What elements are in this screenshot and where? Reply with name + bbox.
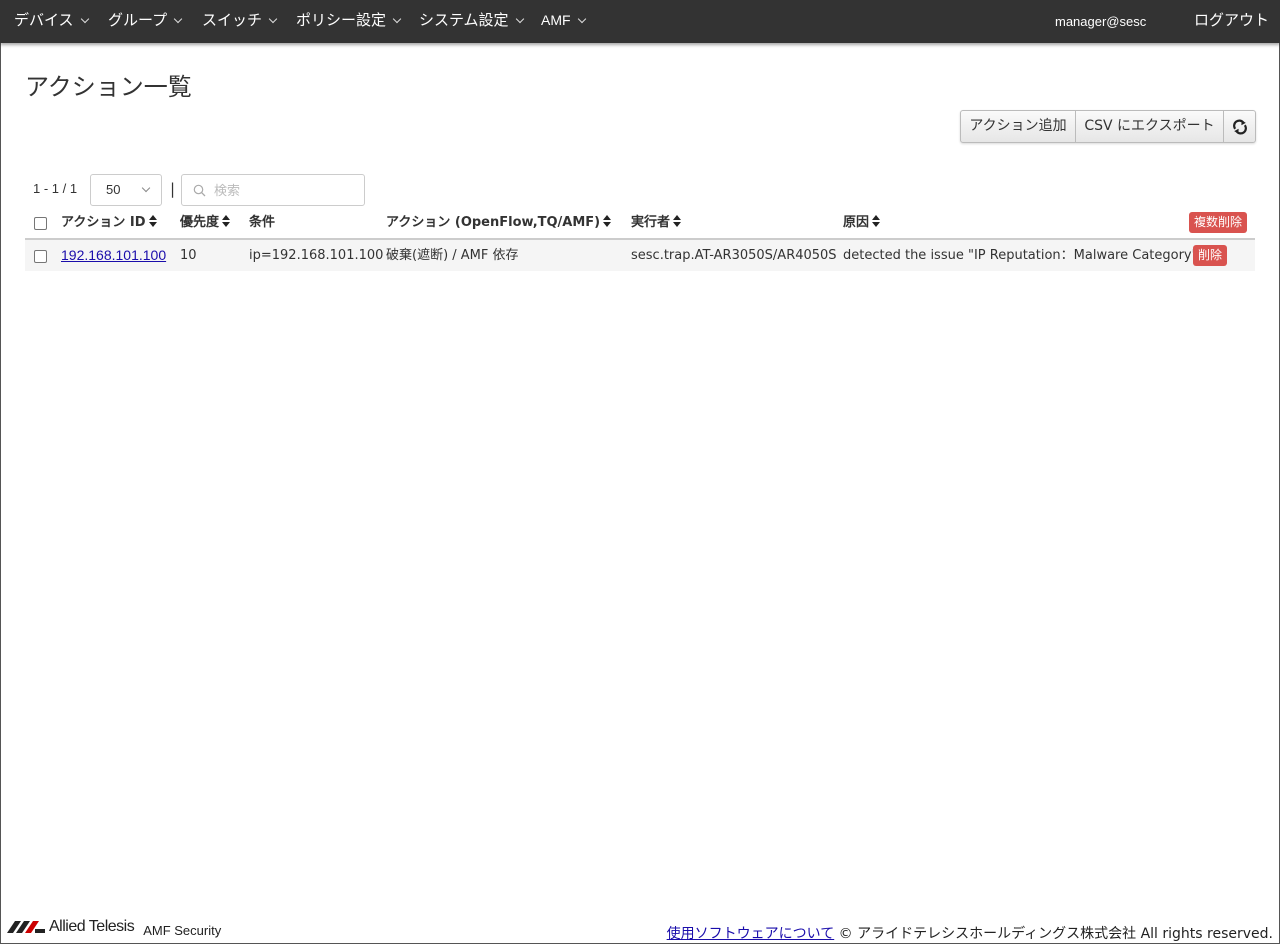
action-id-cell: 192.168.101.100 (61, 240, 166, 271)
top-navbar: デバイス グループ スイッチ ポリシー設定 システム設定 AMF manager… (0, 0, 1280, 43)
column-header-priority[interactable]: 優先度 (180, 208, 231, 238)
chevron-down-icon (173, 14, 183, 24)
copyright-text: © アライドテレシスホールディングス株式会社 All rights reserv… (838, 926, 1273, 942)
nav-menu-system-settings[interactable]: システム設定 (419, 0, 524, 43)
nav-menu-label: デバイス (14, 11, 74, 29)
reason-cell: detected the issue "IP Reputation：Malwar… (843, 248, 1198, 263)
logout-link[interactable]: ログアウト (1194, 0, 1269, 43)
column-label: 条件 (249, 215, 276, 230)
column-header-condition: 条件 (249, 208, 275, 238)
software-info-link[interactable]: 使用ソフトウェアについて (667, 926, 835, 942)
action-id-link[interactable]: 192.168.101.100 (61, 247, 166, 263)
column-label: 優先度 (180, 215, 220, 230)
row-checkbox[interactable] (34, 250, 47, 263)
nav-menu-label: グループ (108, 11, 168, 29)
page-size-value: 50 (106, 182, 121, 197)
sort-icon (148, 215, 157, 227)
nav-menu-switches[interactable]: スイッチ (202, 0, 278, 43)
column-label: アクション (OpenFlow,TQ/AMF) (386, 215, 601, 230)
column-label: 原因 (843, 215, 870, 230)
action-table: アクション ID 優先度 条件 アクション (OpenFlow,TQ/AMF) … (25, 208, 1255, 271)
chevron-down-icon (141, 183, 151, 193)
export-csv-button[interactable]: CSV にエクスポート (1076, 111, 1224, 142)
nav-menu-amf[interactable]: AMF (541, 0, 586, 43)
toolbar-separator: | (170, 180, 176, 198)
page-size-select[interactable]: 50 (90, 174, 162, 206)
nav-menu-label: ポリシー設定 (296, 11, 387, 29)
footer-logo: Allied Telesis AMF Security (7, 918, 222, 938)
sort-icon (603, 215, 612, 227)
search-icon (193, 184, 206, 197)
select-all-checkbox[interactable] (34, 217, 47, 230)
nav-menu-label: スイッチ (202, 11, 263, 29)
refresh-button[interactable] (1224, 111, 1255, 142)
nav-menu-devices[interactable]: デバイス (14, 0, 89, 43)
action-button-group: アクション追加 CSV にエクスポート (960, 110, 1256, 143)
action-cell: 破棄(遮断) / AMF 依存 (386, 248, 519, 263)
search-input[interactable] (212, 175, 366, 207)
nav-menu-policy-settings[interactable]: ポリシー設定 (296, 0, 402, 43)
nav-menu-label: AMF (541, 12, 571, 28)
pagination-info: 1 - 1 / 1 (33, 181, 78, 196)
priority-cell: 10 (180, 248, 197, 263)
sort-icon (222, 215, 231, 227)
column-label: 実行者 (631, 215, 671, 230)
product-name: AMF Security (143, 922, 222, 938)
add-action-button[interactable]: アクション追加 (961, 111, 1076, 142)
column-header-reason[interactable]: 原因 (843, 208, 881, 238)
chevron-down-icon (577, 14, 586, 24)
chevron-down-icon (80, 14, 89, 24)
bulk-delete-button[interactable]: 複数削除 (1189, 212, 1248, 233)
table-header: アクション ID 優先度 条件 アクション (OpenFlow,TQ/AMF) … (25, 208, 1255, 240)
refresh-icon (1232, 119, 1247, 134)
sort-icon (872, 215, 881, 227)
column-header-executor[interactable]: 実行者 (631, 208, 682, 238)
table-row: 192.168.101.100 10 ip=192.168.101.100 破棄… (25, 240, 1255, 271)
page-title: アクション一覧 (25, 73, 192, 101)
column-header-action-id[interactable]: アクション ID (61, 208, 157, 238)
nav-menu-label: システム設定 (419, 11, 509, 29)
nav-menu-groups[interactable]: グループ (108, 0, 183, 43)
brand-name: Allied Telesis (49, 918, 135, 935)
search-box (181, 174, 366, 207)
column-label: アクション ID (61, 215, 146, 230)
column-header-action[interactable]: アクション (OpenFlow,TQ/AMF) (386, 208, 612, 238)
executor-cell: sesc.trap.AT-AR3050S/AR4050S (631, 248, 837, 263)
current-user: manager@sesc (1055, 14, 1147, 29)
chevron-down-icon (268, 14, 278, 24)
chevron-down-icon (392, 14, 402, 24)
chevron-down-icon (515, 14, 524, 24)
condition-cell: ip=192.168.101.100 (249, 248, 384, 263)
allied-telesis-logo-icon (7, 921, 45, 933)
sort-icon (673, 215, 682, 227)
delete-row-button[interactable]: 削除 (1193, 245, 1228, 266)
footer-links: 使用ソフトウェアについて © アライドテレシスホールディングス株式会社 All … (667, 923, 1273, 943)
